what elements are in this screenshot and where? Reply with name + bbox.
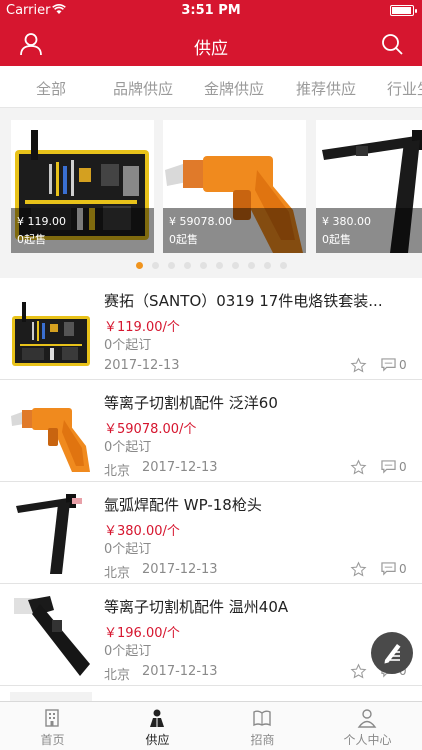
product-location: 北京 <box>104 464 131 479</box>
product-thumbnail <box>10 594 92 676</box>
product-moq: 0个起订 <box>104 440 152 455</box>
screen: Carrier 3:51 PM 供应 全部 品牌供应 金牌供应 推荐供应 行业生 <box>0 0 422 750</box>
profile-icon <box>357 709 377 728</box>
product-location: 北京 <box>104 566 131 581</box>
search-icon[interactable] <box>380 32 404 56</box>
banner-caption: ¥ 119.00 0起售 <box>11 208 154 253</box>
comment-icon[interactable] <box>381 562 396 576</box>
carousel-dot[interactable] <box>247 262 255 269</box>
banner-price: ¥ 59078.00 <box>169 215 232 228</box>
page-title: 供应 <box>194 39 228 59</box>
banner-moq: 0起售 <box>322 233 351 246</box>
carousel-dot[interactable] <box>135 262 143 269</box>
post-button[interactable] <box>371 632 413 674</box>
tabbar-label: 首页 <box>40 733 65 747</box>
tab-gold-supply[interactable]: 金牌供应 <box>204 78 264 99</box>
product-date: 2017-12-13 <box>104 358 180 373</box>
favorite-star-icon[interactable] <box>350 357 367 374</box>
product-thumbnail <box>10 492 92 574</box>
product-date: 2017-12-13 <box>142 562 218 577</box>
product-name: 等离子切割机配件 温州40A <box>104 598 289 616</box>
tab-brand-supply[interactable]: 品牌供应 <box>113 78 173 99</box>
banner-slide[interactable]: ¥ 380.00 0起售 <box>316 120 422 253</box>
tabbar-merchants[interactable]: 招商 <box>210 702 315 750</box>
tab-all[interactable]: 全部 <box>36 78 66 99</box>
banner-caption: ¥ 59078.00 0起售 <box>163 208 306 253</box>
tabbar-profile[interactable]: 个人中心 <box>315 702 420 750</box>
product-thumbnail <box>10 390 92 472</box>
edit-icon <box>384 644 401 664</box>
product-list-item[interactable]: 等离子切割机配件 泛洋60 ￥59078.00/个 0个起订 北京 2017-1… <box>0 380 422 482</box>
comment-icon[interactable] <box>381 460 396 474</box>
tabbar-supply[interactable]: 供应 <box>105 702 210 750</box>
carousel-dot[interactable] <box>231 262 239 269</box>
product-list-item[interactable]: 氩弧焊配件 WP-18枪头 ￥380.00/个 0个起订 北京 2017-12-… <box>0 482 422 584</box>
product-list-item[interactable]: 等离子切割机配件 温州40A ￥196.00/个 0个起订 北京 2017-12… <box>0 584 422 686</box>
carousel-page-indicator[interactable] <box>0 262 422 270</box>
carousel-dot[interactable] <box>199 262 207 269</box>
tabbar-home[interactable]: 首页 <box>0 702 105 750</box>
product-date: 2017-12-13 <box>142 664 218 679</box>
carousel-dot[interactable] <box>167 262 175 269</box>
tabbar-label: 供应 <box>145 733 170 747</box>
comment-count: 0 <box>399 562 407 576</box>
supply-person-icon <box>150 709 164 727</box>
product-price: ￥196.00/个 <box>104 626 180 641</box>
tab-recommended-supply[interactable]: 推荐供应 <box>296 78 356 99</box>
comment-icon[interactable] <box>381 358 396 372</box>
banner-carousel[interactable]: ¥ 119.00 0起售 ¥ 59078.00 0起售 ¥ 380.00 0起售 <box>0 108 422 278</box>
product-list-item[interactable]: 赛拓（SANTO）0319 17件电烙铁套装... ￥119.00/个 0个起订… <box>0 278 422 380</box>
tig-torch-thumb <box>10 492 92 574</box>
banner-moq: 0起售 <box>17 233 46 246</box>
banner-slide[interactable]: ¥ 119.00 0起售 <box>11 120 154 253</box>
banner-caption: ¥ 380.00 0起售 <box>316 208 422 253</box>
product-name: 等离子切割机配件 泛洋60 <box>104 394 278 412</box>
product-moq: 0个起订 <box>104 338 152 353</box>
product-thumbnail <box>10 288 92 370</box>
plasma-torch-thumb <box>10 594 92 676</box>
soldering-kit-thumb <box>10 288 92 370</box>
tabbar-label: 招商 <box>250 733 275 747</box>
tabbar-label: 个人中心 <box>343 733 392 747</box>
product-date: 2017-12-13 <box>142 460 218 475</box>
partial-row-thumb <box>10 692 92 702</box>
banner-price: ¥ 380.00 <box>322 215 371 228</box>
product-price: ￥59078.00/个 <box>104 422 197 437</box>
product-price: ￥119.00/个 <box>104 320 180 335</box>
plasma-torch-thumb <box>10 390 92 472</box>
nav-bar: 供应 <box>0 22 422 66</box>
product-moq: 0个起订 <box>104 644 152 659</box>
carousel-dot[interactable] <box>151 262 159 269</box>
banner-price: ¥ 119.00 <box>17 215 66 228</box>
bottom-tab-bar: 首页 供应 招商 个人中心 <box>0 701 422 750</box>
status-bar: Carrier 3:51 PM <box>0 0 422 22</box>
carousel-dot[interactable] <box>263 262 271 269</box>
battery-icon <box>390 5 417 16</box>
favorite-star-icon[interactable] <box>350 663 367 680</box>
banner-slide[interactable]: ¥ 59078.00 0起售 <box>163 120 306 253</box>
product-moq: 0个起订 <box>104 542 152 557</box>
carousel-dot[interactable] <box>183 262 191 269</box>
comment-count: 0 <box>399 358 407 372</box>
product-name: 赛拓（SANTO）0319 17件电烙铁套装... <box>104 292 383 310</box>
favorite-star-icon[interactable] <box>350 561 367 578</box>
product-location: 北京 <box>104 668 131 683</box>
carousel-dot[interactable] <box>279 262 287 269</box>
next-item-partial <box>0 686 422 702</box>
tab-industry[interactable]: 行业生 <box>387 78 422 99</box>
comment-count: 0 <box>399 460 407 474</box>
book-icon <box>253 710 271 727</box>
product-price: ￥380.00/个 <box>104 524 180 539</box>
clock: 3:51 PM <box>181 3 241 18</box>
banner-moq: 0起售 <box>169 233 198 246</box>
favorite-star-icon[interactable] <box>350 459 367 476</box>
category-tabs: 全部 品牌供应 金牌供应 推荐供应 行业生 <box>0 66 422 108</box>
product-name: 氩弧焊配件 WP-18枪头 <box>104 496 262 514</box>
carousel-dot[interactable] <box>215 262 223 269</box>
building-icon <box>45 709 59 727</box>
